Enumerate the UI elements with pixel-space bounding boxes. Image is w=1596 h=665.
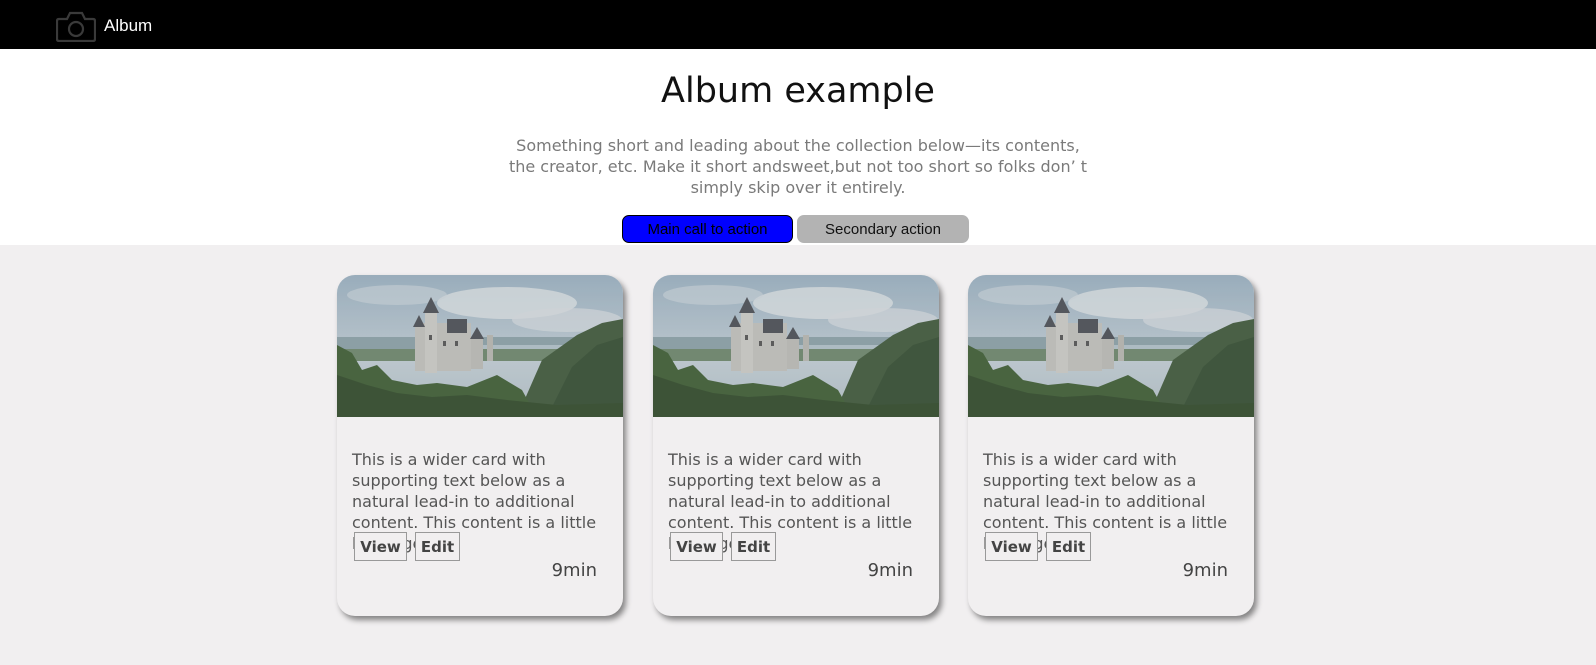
navbar: Album [0, 0, 1596, 49]
secondary-action-button[interactable]: Secondary action [797, 215, 969, 243]
album-card: This is a wider card with supporting tex… [968, 275, 1254, 616]
hero: Album example Something short and leadin… [0, 49, 1596, 245]
edit-button[interactable]: Edit [1046, 532, 1091, 561]
hero-lead: Something short and leading about the co… [508, 136, 1088, 197]
album-card: This is a wider card with supporting tex… [653, 275, 939, 616]
brand-label: Album [104, 16, 153, 35]
view-button[interactable]: View [354, 532, 407, 561]
main-cta-button[interactable]: Main call to action [622, 215, 793, 243]
card-time: 9min [551, 560, 597, 581]
card-image [653, 275, 939, 417]
view-button[interactable]: View [670, 532, 723, 561]
card-image [968, 275, 1254, 417]
card-image [337, 275, 623, 417]
card-time: 9min [1182, 560, 1228, 581]
edit-button[interactable]: Edit [731, 532, 776, 561]
edit-button[interactable]: Edit [415, 532, 460, 561]
page-title: Album example [661, 71, 935, 111]
album-card: This is a wider card with supporting tex… [337, 275, 623, 616]
card-time: 9min [867, 560, 913, 581]
view-button[interactable]: View [985, 532, 1038, 561]
brand-link[interactable]: Album [56, 10, 152, 42]
camera-icon [56, 10, 96, 42]
